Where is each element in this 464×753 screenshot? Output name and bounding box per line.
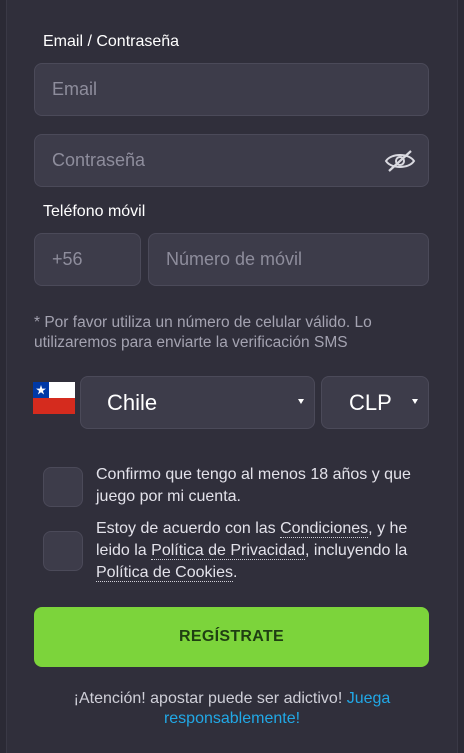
email-password-label: Email / Contraseña	[43, 33, 180, 50]
register-button[interactable]: REGÍSTRATE	[34, 607, 429, 667]
terms-text: Estoy de acuerdo con las Condiciones, y …	[96, 518, 416, 584]
responsible-gambling-warning: ¡Atención! apostar puede ser adictivo! J…	[34, 689, 430, 729]
age-confirm-checkbox[interactable]	[43, 467, 83, 507]
country-code-field[interactable]: +56	[34, 233, 141, 286]
phone-label: Teléfono móvil	[43, 203, 146, 220]
country-select[interactable]: Chile	[80, 376, 315, 429]
privacy-policy-link[interactable]: Política de Privacidad	[151, 542, 306, 560]
terms-text-part: Estoy de acuerdo con las	[96, 520, 281, 537]
warning-text: ¡Atención! apostar puede ser adictivo!	[73, 690, 347, 707]
chevron-down-icon	[298, 399, 304, 404]
password-placeholder: Contraseña	[52, 150, 146, 170]
eye-slash-icon[interactable]	[384, 147, 416, 175]
currency-select-value: CLP	[349, 389, 392, 415]
conditions-link[interactable]: Condiciones	[280, 520, 369, 538]
email-placeholder: Email	[52, 79, 98, 99]
register-button-label: REGÍSTRATE	[179, 628, 284, 645]
chevron-down-icon	[412, 399, 418, 404]
currency-select[interactable]: CLP	[321, 376, 429, 429]
cookies-policy-link[interactable]: Política de Cookies	[96, 564, 233, 582]
age-confirm-text: Confirmo que tengo al menos 18 años y qu…	[96, 466, 411, 505]
terms-text-part: .	[232, 564, 238, 581]
password-input[interactable]: Contraseña	[34, 134, 429, 187]
terms-checkbox[interactable]	[43, 531, 83, 571]
terms-text-part: , incluyendo la	[305, 542, 408, 559]
phone-number-input[interactable]: Número de móvil	[148, 233, 429, 286]
country-select-value: Chile	[107, 389, 158, 415]
email-input[interactable]: Email	[34, 63, 429, 116]
phone-validity-note: * Por favor utiliza un número de celular…	[34, 314, 372, 351]
chile-flag-icon	[33, 382, 75, 414]
phone-number-placeholder: Número de móvil	[166, 249, 303, 269]
country-code-value: +56	[52, 249, 83, 269]
